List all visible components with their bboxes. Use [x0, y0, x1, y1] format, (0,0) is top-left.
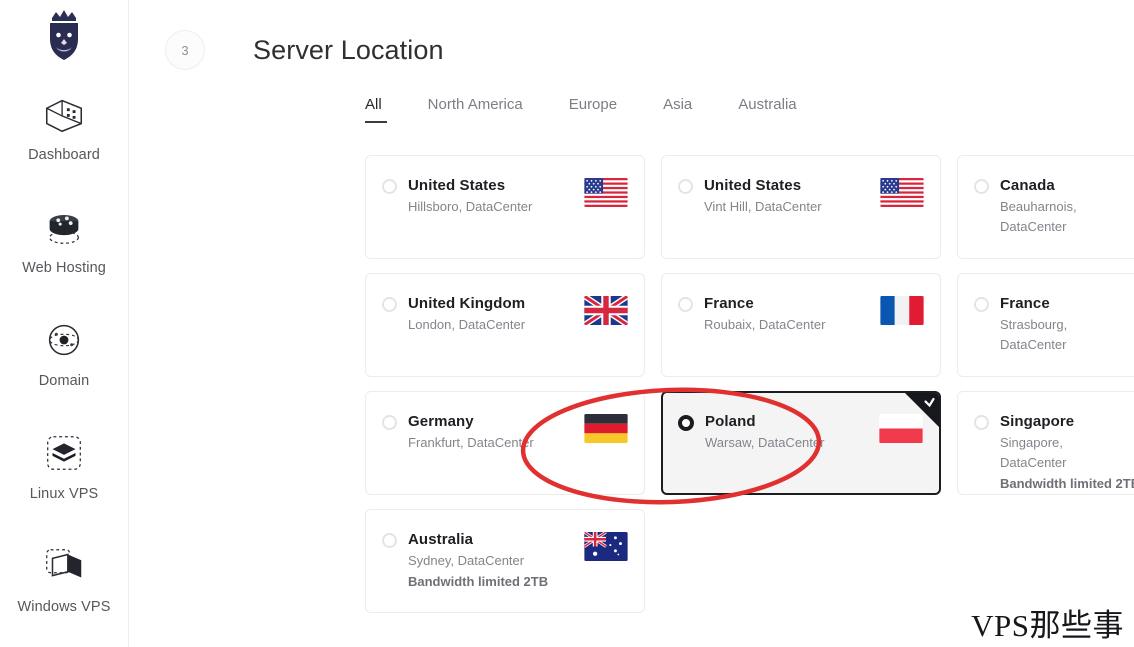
location-datacenter: Hillsboro, DataCenter: [408, 199, 533, 214]
location-datacenter: Vint Hill, DataCenter: [704, 199, 822, 214]
location-card[interactable]: Australia Sydney, DataCenter Bandwidth lim…: [365, 509, 645, 613]
location-card-text: United States Vint Hill, DataCenter: [704, 176, 874, 217]
location-country: United Kingdom: [408, 295, 526, 312]
location-radio[interactable]: [382, 179, 397, 194]
lion-crest-logo: [50, 10, 78, 60]
tab-europe[interactable]: Europe: [569, 96, 617, 123]
location-country: France: [1000, 295, 1050, 312]
location-card-text: Canada Beauharnois, DataCenter: [1000, 176, 1134, 237]
location-country: Poland: [705, 413, 756, 430]
sidebar: Dashboard Web Hosting Domain Linux VPS W…: [0, 0, 129, 647]
sidebar-item-label: Linux VPS: [29, 485, 99, 502]
sidebar-item-dashboard[interactable]: Dashboard: [0, 70, 128, 183]
building-isometric-icon: [45, 99, 83, 132]
location-card-text: United States Hillsboro, DataCenter: [408, 176, 578, 217]
location-datacenter: London, DataCenter: [408, 317, 526, 332]
location-datacenter: Singapore, DataCenter: [1000, 435, 1067, 470]
location-country: France: [704, 295, 754, 312]
location-card[interactable]: United Kingdom London, DataCenter: [365, 273, 645, 377]
location-datacenter: Sydney, DataCenter: [408, 553, 525, 568]
location-country: Canada: [1000, 177, 1055, 194]
location-card[interactable]: Singapore Singapore, DataCenter Bandwidth …: [957, 391, 1134, 495]
app-root: Dashboard Web Hosting Domain Linux VPS W…: [0, 0, 1134, 647]
tab-australia[interactable]: Australia: [738, 96, 796, 123]
flag-us-icon: [584, 178, 628, 207]
location-radio[interactable]: [382, 533, 397, 548]
location-radio[interactable]: [678, 415, 694, 431]
globe-icon: [48, 324, 80, 355]
sidebar-item-windows-vps[interactable]: Windows VPS: [0, 522, 128, 635]
location-datacenter: Strasbourg, DataCenter: [1000, 317, 1068, 352]
location-datacenter: Frankfurt, DataCenter: [408, 435, 534, 450]
server-disk-icon: [49, 214, 79, 244]
location-radio[interactable]: [678, 179, 693, 194]
windows-screens-icon: [46, 548, 82, 577]
page-title: Server Location: [253, 34, 444, 65]
location-card[interactable]: United States Hillsboro, DataCenter: [365, 155, 645, 259]
sidebar-item-label: Web Hosting: [22, 259, 106, 276]
main-content: 3 Server Location All North America Euro…: [129, 0, 1134, 647]
location-datacenter: Beauharnois, DataCenter: [1000, 199, 1077, 234]
sidebar-item-web-hosting[interactable]: Web Hosting: [0, 183, 128, 296]
location-radio[interactable]: [382, 297, 397, 312]
flag-de-icon: [584, 414, 628, 443]
location-datacenter: Warsaw, DataCenter: [705, 435, 825, 450]
location-card-text: Australia Sydney, DataCenter Bandwidth lim…: [408, 530, 578, 592]
location-card[interactable]: Germany Frankfurt, DataCenter: [365, 391, 645, 495]
flag-gb-icon: [584, 296, 628, 325]
location-card-text: Poland Warsaw, DataCenter: [705, 412, 873, 453]
watermark: VPS那些事: [971, 608, 1124, 643]
tab-all[interactable]: All: [365, 96, 387, 123]
selected-corner-check-icon: [905, 393, 939, 427]
step-badge: 3: [165, 30, 205, 70]
sidebar-item-label: Domain: [38, 372, 90, 389]
sidebar-item-label: Windows VPS: [17, 598, 111, 615]
sidebar-item-label: Dashboard: [28, 146, 100, 163]
location-card[interactable]: France Strasbourg, DataCenter: [957, 273, 1134, 377]
location-radio[interactable]: [974, 297, 989, 312]
location-radio[interactable]: [974, 179, 989, 194]
location-card[interactable]: Poland Warsaw, DataCenter: [661, 391, 941, 495]
sidebar-item-linux-vps[interactable]: Linux VPS: [0, 409, 128, 522]
location-card-text: France Strasbourg, DataCenter: [1000, 294, 1134, 355]
location-bandwidth-note: Bandwidth limited 2TB: [408, 574, 549, 589]
location-country: United States: [408, 177, 506, 194]
sidebar-item-domain[interactable]: Domain: [0, 296, 128, 409]
location-country: United States: [704, 177, 802, 194]
stacked-layers-icon: [47, 435, 81, 470]
location-card-text: France Roubaix, DataCenter: [704, 294, 874, 335]
location-grid: United States Hillsboro, DataCenter United…: [365, 155, 1134, 613]
location-card-text: Singapore Singapore, DataCenter Bandwidth …: [1000, 412, 1134, 494]
flag-fr-icon: [880, 296, 924, 325]
location-card[interactable]: France Roubaix, DataCenter: [661, 273, 941, 377]
location-radio[interactable]: [974, 415, 989, 430]
logo[interactable]: [0, 0, 128, 70]
location-datacenter: Roubaix, DataCenter: [704, 317, 826, 332]
page-header: 3 Server Location: [129, 0, 1134, 70]
region-tabs: All North America Europe Asia Australia: [365, 96, 1134, 123]
location-card-text: United Kingdom London, DataCenter: [408, 294, 578, 335]
tab-asia[interactable]: Asia: [663, 96, 692, 123]
flag-au-icon: [584, 532, 628, 561]
location-radio[interactable]: [382, 415, 397, 430]
location-card[interactable]: Canada Beauharnois, DataCenter: [957, 155, 1134, 259]
location-radio[interactable]: [678, 297, 693, 312]
tab-north-america[interactable]: North America: [428, 96, 523, 123]
location-country: Singapore: [1000, 413, 1075, 430]
flag-us-icon: [880, 178, 924, 207]
location-bandwidth-note: Bandwidth limited 2TB: [1000, 476, 1134, 491]
location-country: Australia: [408, 531, 474, 548]
location-card[interactable]: United States Vint Hill, DataCenter: [661, 155, 941, 259]
location-card-text: Germany Frankfurt, DataCenter: [408, 412, 578, 453]
location-country: Germany: [408, 413, 474, 430]
